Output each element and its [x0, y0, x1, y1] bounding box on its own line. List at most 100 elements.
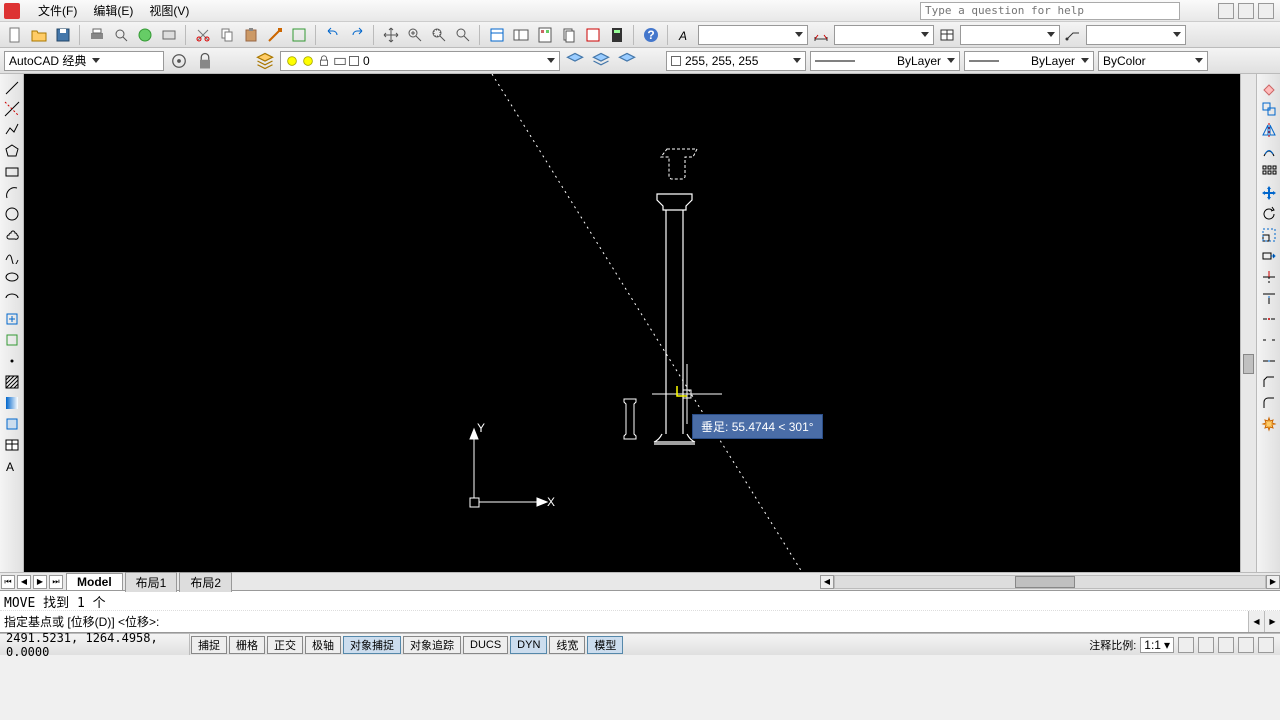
linetype-dropdown[interactable]: ByLayer: [810, 51, 960, 71]
revision-cloud-tool[interactable]: [2, 225, 22, 245]
cmd-scroll-right[interactable]: ▶: [1264, 611, 1280, 632]
ducs-toggle[interactable]: DUCS: [463, 636, 508, 654]
layer-dropdown[interactable]: 0: [280, 51, 560, 71]
point-tool[interactable]: [2, 351, 22, 371]
menu-file[interactable]: 文件(F): [30, 0, 85, 21]
line-tool[interactable]: [2, 78, 22, 98]
drawing-canvas[interactable]: Y X: [24, 74, 1256, 572]
spline-tool[interactable]: [2, 246, 22, 266]
star-icon[interactable]: [1238, 3, 1254, 19]
search-icon[interactable]: [1218, 3, 1234, 19]
open-file-button[interactable]: [28, 24, 50, 46]
mtext-tool[interactable]: A: [2, 456, 22, 476]
text-style-button[interactable]: A: [674, 24, 696, 46]
layer-match-button[interactable]: [616, 50, 638, 72]
mirror-tool[interactable]: [1259, 120, 1279, 140]
table-style-button[interactable]: [936, 24, 958, 46]
multileader-style-dropdown[interactable]: [1086, 25, 1186, 45]
undo-button[interactable]: [322, 24, 344, 46]
block-editor-button[interactable]: [288, 24, 310, 46]
rotate-tool[interactable]: [1259, 204, 1279, 224]
quickcalc-button[interactable]: [606, 24, 628, 46]
markup-button[interactable]: [582, 24, 604, 46]
arc-tool[interactable]: [2, 183, 22, 203]
chamfer-tool[interactable]: [1259, 372, 1279, 392]
help-button[interactable]: ?: [640, 24, 662, 46]
join-tool[interactable]: [1259, 351, 1279, 371]
publish-button[interactable]: [134, 24, 156, 46]
tab-model[interactable]: Model: [66, 573, 123, 590]
stretch-tool[interactable]: [1259, 246, 1279, 266]
canvas-vertical-scrollbar[interactable]: [1240, 74, 1256, 572]
offset-tool[interactable]: [1259, 141, 1279, 161]
construction-line-tool[interactable]: [2, 99, 22, 119]
dim-style-dropdown[interactable]: [834, 25, 934, 45]
properties-button[interactable]: [486, 24, 508, 46]
plot-button[interactable]: [158, 24, 180, 46]
help-dropdown-icon[interactable]: [1258, 3, 1274, 19]
insert-block-tool[interactable]: [2, 309, 22, 329]
circle-tool[interactable]: [2, 204, 22, 224]
scale-tool[interactable]: [1259, 225, 1279, 245]
tool-palettes-button[interactable]: [534, 24, 556, 46]
break-tool[interactable]: [1259, 330, 1279, 350]
anno-autoscale-icon[interactable]: [1198, 637, 1214, 653]
extend-tool[interactable]: [1259, 288, 1279, 308]
polygon-tool[interactable]: [2, 141, 22, 161]
break-at-point-tool[interactable]: [1259, 309, 1279, 329]
lineweight-dropdown[interactable]: ByLayer: [964, 51, 1094, 71]
make-block-tool[interactable]: [2, 330, 22, 350]
new-file-button[interactable]: [4, 24, 26, 46]
multileader-style-button[interactable]: [1062, 24, 1084, 46]
polar-toggle[interactable]: 极轴: [305, 636, 341, 654]
layer-states-button[interactable]: [590, 50, 612, 72]
status-lock-icon[interactable]: [1218, 637, 1234, 653]
sheet-set-button[interactable]: [558, 24, 580, 46]
match-properties-button[interactable]: [264, 24, 286, 46]
cmd-scroll-left[interactable]: ◀: [1248, 611, 1264, 632]
plotstyle-dropdown[interactable]: ByColor: [1098, 51, 1208, 71]
anno-scale-dropdown[interactable]: 1:1▾: [1140, 637, 1174, 653]
osnap-toggle[interactable]: 对象捕捉: [343, 636, 401, 654]
layer-properties-button[interactable]: [254, 50, 276, 72]
tab-first-button[interactable]: ⏮: [1, 575, 15, 589]
clean-screen-icon[interactable]: [1258, 637, 1274, 653]
workspace-dropdown[interactable]: AutoCAD 经典: [4, 51, 164, 71]
zoom-realtime-button[interactable]: [404, 24, 426, 46]
color-dropdown[interactable]: 255, 255, 255: [666, 51, 806, 71]
command-input-line[interactable]: 指定基点或 [位移(D)] <位移>: ◀▶: [0, 611, 1280, 633]
ellipse-tool[interactable]: [2, 267, 22, 287]
print-preview-button[interactable]: [110, 24, 132, 46]
table-tool[interactable]: [2, 435, 22, 455]
help-search-input[interactable]: [920, 2, 1180, 20]
gradient-tool[interactable]: [2, 393, 22, 413]
tab-next-button[interactable]: ▶: [33, 575, 47, 589]
array-tool[interactable]: [1259, 162, 1279, 182]
coordinate-display[interactable]: 2491.5231, 1264.4958, 0.0000: [0, 634, 190, 655]
move-tool[interactable]: [1259, 183, 1279, 203]
status-tray-icon[interactable]: [1238, 637, 1254, 653]
zoom-window-button[interactable]: [428, 24, 450, 46]
redo-button[interactable]: [346, 24, 368, 46]
workspace-settings-button[interactable]: [168, 50, 190, 72]
menu-edit[interactable]: 编辑(E): [85, 0, 141, 21]
trim-tool[interactable]: [1259, 267, 1279, 287]
fillet-tool[interactable]: [1259, 393, 1279, 413]
cut-button[interactable]: [192, 24, 214, 46]
dim-style-button[interactable]: [810, 24, 832, 46]
hatch-tool[interactable]: [2, 372, 22, 392]
rectangle-tool[interactable]: [2, 162, 22, 182]
otrack-toggle[interactable]: 对象追踪: [403, 636, 461, 654]
table-style-dropdown[interactable]: [960, 25, 1060, 45]
polyline-tool[interactable]: [2, 120, 22, 140]
copy-button[interactable]: [216, 24, 238, 46]
tab-last-button[interactable]: ⏭: [49, 575, 63, 589]
explode-tool[interactable]: [1259, 414, 1279, 434]
toolbar-lock-button[interactable]: [194, 50, 216, 72]
tab-prev-button[interactable]: ◀: [17, 575, 31, 589]
layer-previous-button[interactable]: [564, 50, 586, 72]
region-tool[interactable]: [2, 414, 22, 434]
anno-visibility-icon[interactable]: [1178, 637, 1194, 653]
text-style-dropdown[interactable]: [698, 25, 808, 45]
lwt-toggle[interactable]: 线宽: [549, 636, 585, 654]
